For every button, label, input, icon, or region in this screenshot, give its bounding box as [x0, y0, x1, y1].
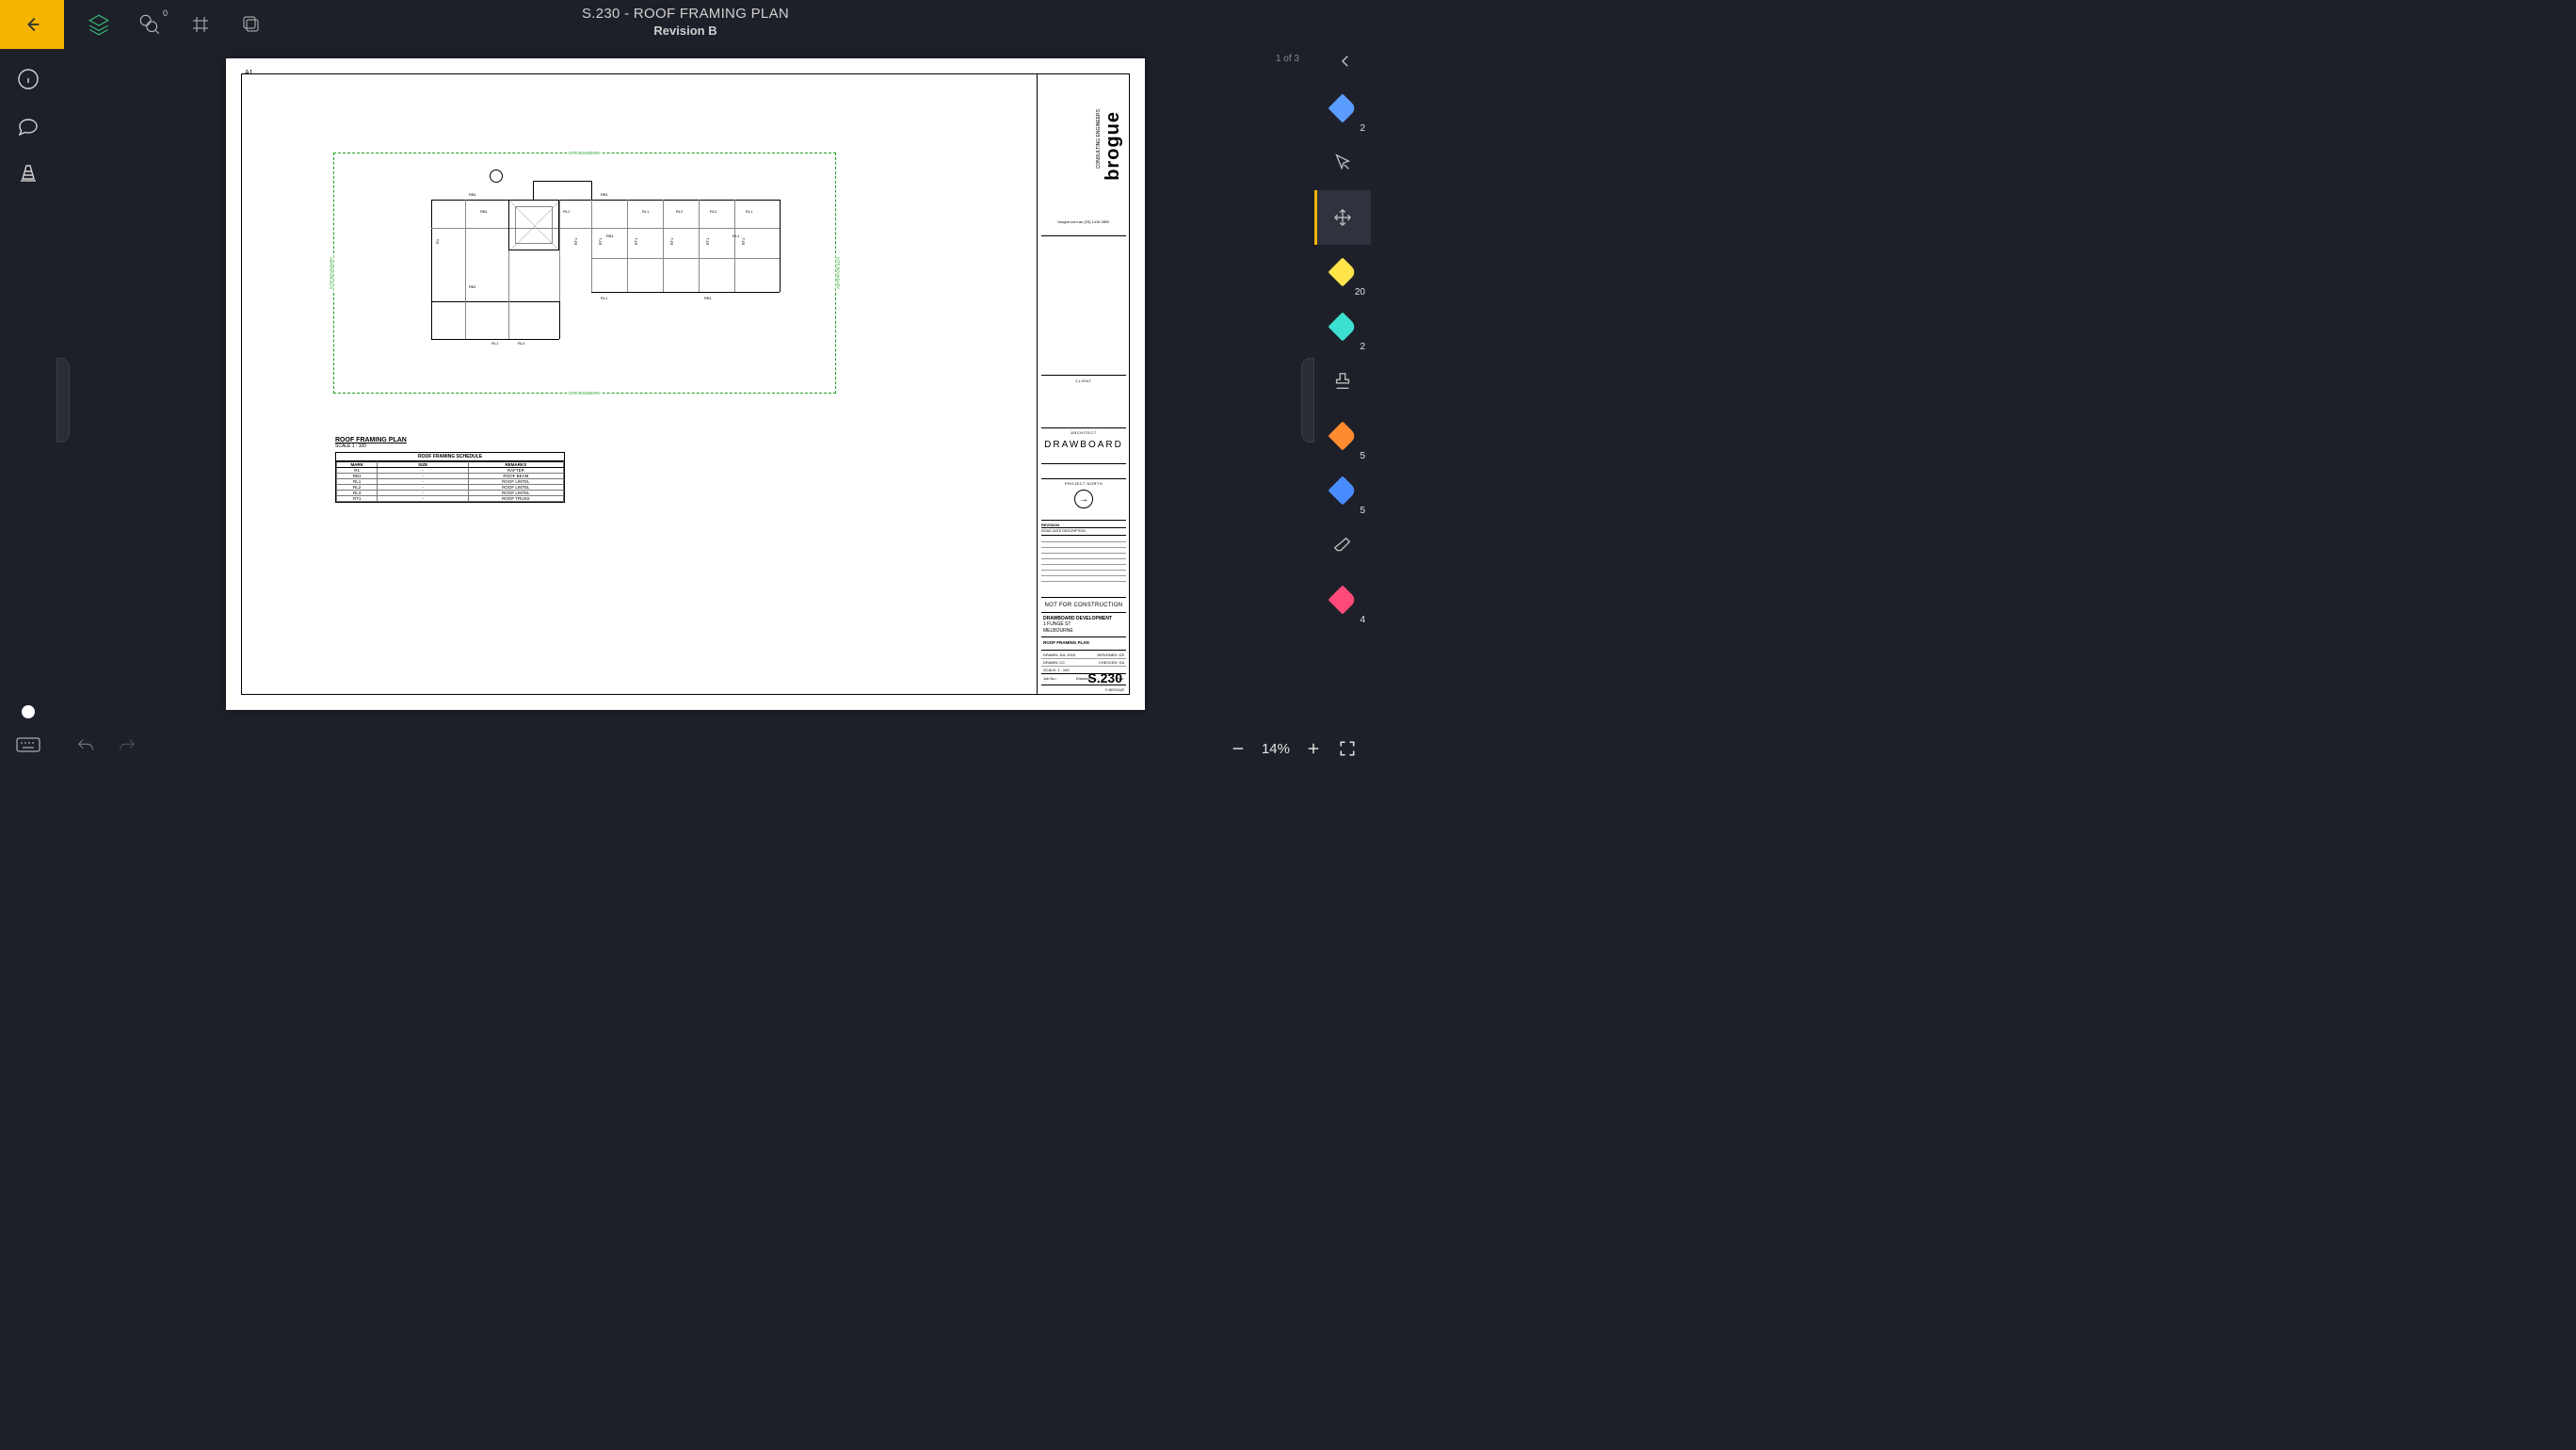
cone-icon	[17, 162, 40, 185]
copy-button[interactable]	[239, 12, 264, 37]
fit-screen-button[interactable]	[1337, 738, 1358, 759]
tool-stamp[interactable]	[1314, 354, 1371, 409]
firm-subtitle: CONSULTING ENGINEERS	[1097, 109, 1103, 169]
zoom-controls: 14%	[1228, 738, 1358, 759]
roof-framing-schedule: ROOF FRAMING SCHEDULE MARK SIZE REMARKS …	[335, 452, 565, 503]
pen-icon	[1328, 475, 1357, 505]
info-button[interactable]	[15, 66, 41, 92]
back-button[interactable]	[0, 0, 64, 49]
stamp-icon	[1332, 371, 1353, 392]
table-row: RT1-ROOF TRUSS	[337, 496, 564, 502]
speech-icon	[17, 115, 40, 137]
architect-name: DRAWBOARD	[1038, 440, 1130, 450]
comments-button[interactable]	[15, 113, 41, 139]
highlighter-icon	[1328, 312, 1357, 341]
search-icon	[137, 12, 162, 37]
tool-highlighter-cyan[interactable]: 2	[1314, 299, 1371, 354]
move-icon	[1332, 207, 1353, 228]
pen-icon	[1328, 585, 1357, 614]
zoom-level: 14%	[1262, 741, 1290, 757]
highlighter-icon	[1328, 257, 1357, 286]
cursor-icon	[1332, 153, 1353, 173]
layers-icon	[87, 12, 111, 37]
top-toolbar: 0	[64, 0, 264, 49]
grid-icon	[189, 13, 212, 36]
roof-plan-outline: RB1 RB1 RB1 RB1 RL1 RL1 RL2 RL2 RL1 RB1 …	[431, 173, 808, 339]
schedule-table: MARK SIZE REMARKS R1-RAFTERRB1-ROOF BEAM…	[336, 461, 564, 502]
copy-icon	[240, 13, 263, 36]
redo-button[interactable]	[115, 734, 139, 759]
grid-button[interactable]	[188, 12, 213, 37]
titleblock: brogue CONSULTING ENGINEERS brogue.com.a…	[1038, 73, 1130, 695]
left-sidebar	[0, 49, 56, 772]
zoom-out-button[interactable]	[1228, 738, 1248, 759]
plus-icon	[1305, 740, 1322, 757]
undo-icon	[75, 736, 96, 757]
pen-icon	[1328, 93, 1357, 122]
project-info: DRAWBOARD DEVELOPMENT 1 FUNGE ST MELBOUR…	[1043, 616, 1112, 634]
tool-highlighter-yellow[interactable]: 20	[1314, 245, 1371, 299]
tool-pen-blue-2[interactable]: 5	[1314, 463, 1371, 518]
keyboard-button[interactable]	[16, 735, 40, 759]
chevron-left-icon	[1337, 53, 1354, 70]
layers-button[interactable]	[87, 12, 111, 37]
sheet-number: S.230	[1087, 670, 1122, 685]
drawing-page[interactable]: A1 SITE BOUNDARY SITE BOUNDARY SITE BOUN…	[226, 58, 1145, 710]
undo-button[interactable]	[73, 734, 98, 759]
info-icon	[17, 68, 40, 90]
left-bottom	[0, 705, 56, 759]
zoom-in-button[interactable]	[1303, 738, 1324, 759]
search-button[interactable]: 0	[137, 12, 162, 37]
pen-icon	[1328, 421, 1357, 450]
plan-title: ROOF FRAMING PLAN SCALE 1 : 100	[335, 437, 407, 449]
canvas[interactable]: A1 SITE BOUNDARY SITE BOUNDARY SITE BOUN…	[56, 49, 1314, 723]
keyboard-icon	[16, 735, 40, 754]
tool-eraser[interactable]	[1314, 518, 1371, 572]
right-tool-palette: 2 20 2 5 5 4	[1314, 81, 1371, 627]
tool-move[interactable]	[1314, 190, 1371, 245]
search-badge: 0	[163, 8, 168, 18]
tool-pen-orange[interactable]: 5	[1314, 409, 1371, 463]
arrow-left-icon	[22, 14, 42, 35]
eraser-icon	[1332, 535, 1353, 556]
undo-redo-group	[73, 734, 139, 759]
issues-button[interactable]	[15, 160, 41, 186]
tool-pen-pink[interactable]: 4	[1314, 572, 1371, 627]
record-indicator[interactable]	[22, 705, 35, 718]
collapse-right-panel[interactable]	[1337, 53, 1354, 74]
tool-pen-blue-1[interactable]: 2	[1314, 81, 1371, 136]
redo-icon	[117, 736, 137, 757]
expand-icon	[1338, 739, 1357, 758]
not-for-construction: NOT FOR CONSTRUCTION	[1038, 603, 1130, 608]
firm-contact: brogue.com.au (03) 1416 2892	[1038, 220, 1130, 225]
tool-select[interactable]	[1314, 136, 1371, 190]
north-arrow: →	[1038, 490, 1130, 508]
firm-logo: brogue	[1103, 111, 1124, 181]
minus-icon	[1230, 740, 1247, 757]
